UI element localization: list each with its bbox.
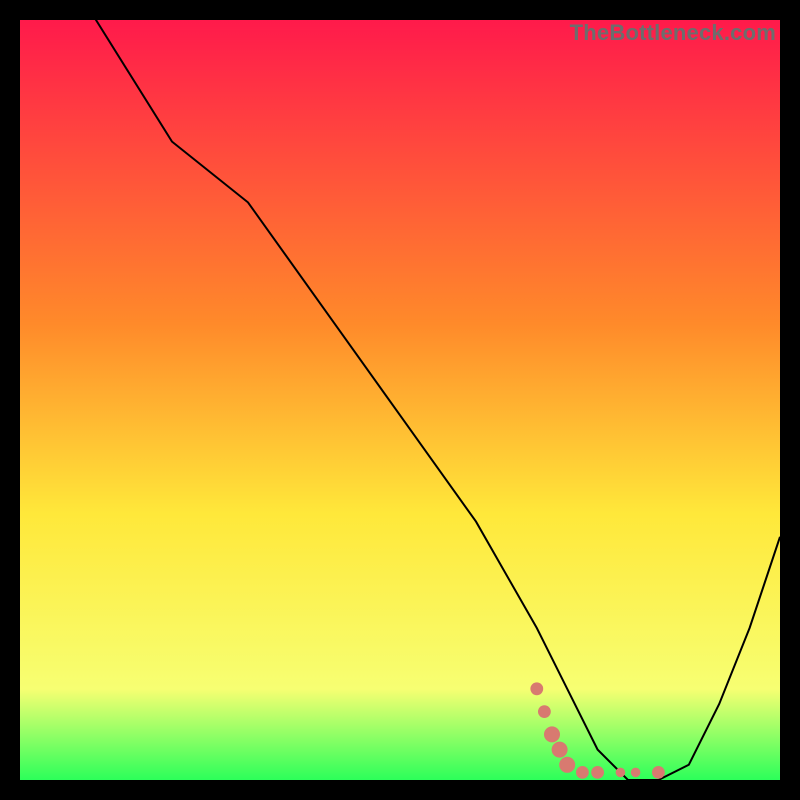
optimal-marker-dot bbox=[530, 682, 543, 695]
optimal-marker-dot bbox=[591, 766, 604, 779]
watermark-text: TheBottleneck.com bbox=[570, 20, 776, 46]
gradient-background bbox=[20, 20, 780, 780]
optimal-marker-dot bbox=[544, 726, 560, 742]
optimal-marker-dot bbox=[631, 768, 641, 778]
chart-svg bbox=[20, 20, 780, 780]
optimal-marker-dot bbox=[559, 757, 575, 773]
optimal-marker-dot bbox=[576, 766, 589, 779]
optimal-marker-dot bbox=[538, 705, 551, 718]
chart-frame: TheBottleneck.com bbox=[20, 20, 780, 780]
optimal-marker-dot bbox=[552, 742, 568, 758]
optimal-marker-dot bbox=[652, 766, 665, 779]
optimal-marker-dot bbox=[616, 768, 626, 778]
